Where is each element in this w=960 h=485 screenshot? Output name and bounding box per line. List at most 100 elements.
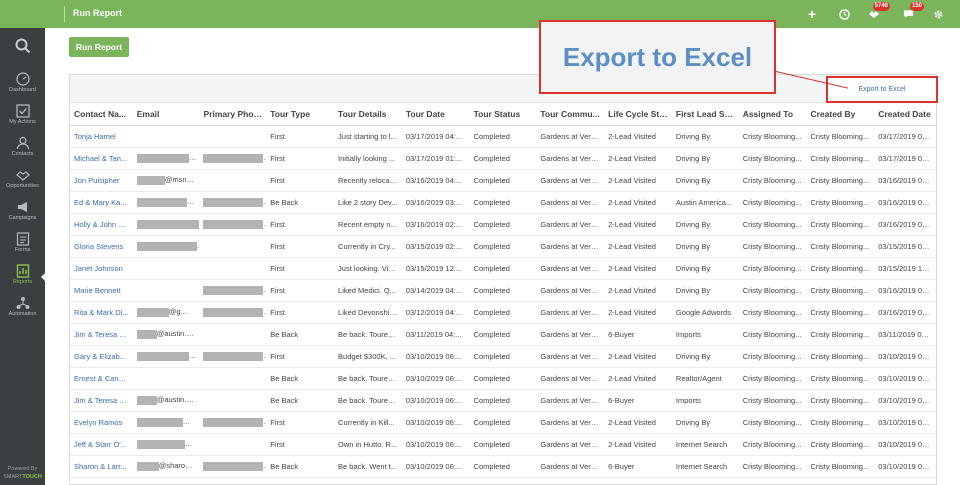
contact-name-link[interactable]: Evelyn Ramos xyxy=(70,411,133,434)
cell-assigned: Cristy Blooming... xyxy=(738,345,807,368)
cell-phone xyxy=(199,235,267,258)
search-icon[interactable] xyxy=(0,38,45,59)
table-row[interactable]: Rita & Mark Di... @g... First Liked Devonsh… xyxy=(70,301,936,324)
cell-assigned: Cristy Blooming... xyxy=(738,455,807,478)
plus-icon[interactable]: + xyxy=(802,4,822,24)
cell-assigned: Cristy Blooming... xyxy=(738,169,807,192)
column-header[interactable]: Primary Phone xyxy=(199,103,267,126)
column-header[interactable]: First Lead So... xyxy=(671,103,739,126)
table-row[interactable]: Gary & Elizab...@gmail.... FirstBudget $3… xyxy=(70,345,936,368)
table-row[interactable]: Janet Johnson First Just looking. Visi... 0… xyxy=(70,257,936,280)
contact-name-link[interactable]: Janet Johnson xyxy=(70,257,133,280)
cell-date: 03/15/2019 02:... xyxy=(401,235,470,258)
contact-name-link[interactable]: Gary & Elizab... xyxy=(70,345,133,368)
contact-name-link[interactable]: Jeff & Starr O'... xyxy=(70,433,133,456)
table-row[interactable]: Jim & Teresa F... @austin.rr.... Be Back Be… xyxy=(70,389,936,412)
contact-name-link[interactable]: Sharon & Larr... xyxy=(70,455,133,478)
cell-created: 03/17/2019 04:... xyxy=(874,125,936,148)
cell-lead: Driving By xyxy=(671,257,739,280)
run-report-button[interactable]: Run Report xyxy=(69,37,129,57)
table-row[interactable]: Michael & Tan...@georg... FirstInitially … xyxy=(70,147,936,170)
table-row[interactable]: Jeff & Starr O'...@gm... FirstOwn in Hutt… xyxy=(70,433,936,456)
export-to-excel-link[interactable]: Export to Excel xyxy=(826,76,938,103)
table-row[interactable]: Gloria Stevens@... FirstCurrently in Cry.… xyxy=(70,235,936,258)
cell-date: 03/10/2019 06:... xyxy=(401,433,470,456)
column-header[interactable]: Tour Type xyxy=(266,103,335,126)
cell-lifecycle: 6-Buyer xyxy=(604,455,672,478)
topbar-divider xyxy=(64,6,65,22)
cell-phone xyxy=(199,257,267,280)
chat-icon[interactable]: 150 xyxy=(898,2,924,24)
column-header[interactable]: Created Date xyxy=(874,103,936,126)
cell-type: Be Back xyxy=(266,389,335,412)
contact-name-link[interactable]: Michael & Tan... xyxy=(70,147,133,170)
cell-lead: Driving By xyxy=(671,411,739,434)
sidebar-item-forms[interactable]: Forms xyxy=(0,232,45,262)
column-header[interactable]: Life Cycle Sta... xyxy=(604,103,672,126)
sidebar-item-automation[interactable]: Automation xyxy=(0,296,45,326)
table-row[interactable]: Tonja Hamel First Just starting to l... 03/… xyxy=(70,125,936,148)
column-header[interactable]: Contact Na... xyxy=(70,103,133,126)
sidebar-item-dashboard[interactable]: Dashboard xyxy=(0,72,45,102)
sidebar-item-campaigns[interactable]: Campaigns xyxy=(0,200,45,230)
cell-email xyxy=(132,279,200,302)
table-row[interactable]: Jim & Teresa F... @austin.rr.... Be Back Be… xyxy=(70,323,936,346)
sidebar-item-label: Opportunities xyxy=(6,183,39,189)
cell-type: First xyxy=(266,125,335,148)
column-header[interactable]: Tour Status xyxy=(469,103,537,126)
column-header[interactable]: Email xyxy=(132,103,200,126)
sidebar-item-contacts[interactable]: Contacts xyxy=(0,136,45,166)
column-header[interactable]: Tour Date xyxy=(401,103,470,126)
redacted-block xyxy=(136,241,197,251)
cell-created-by: Cristy Blooming... xyxy=(806,367,875,390)
table-row[interactable]: Ed & Mary Ka...@... Be BackLike 2 story D… xyxy=(70,191,936,214)
column-header[interactable]: Created By xyxy=(806,103,875,126)
handshake-notification-icon[interactable]: 5746 xyxy=(864,2,890,24)
cell-lead: Driving By xyxy=(671,125,739,148)
contact-name-link[interactable]: Ernest & Cand... xyxy=(70,367,133,390)
contact-name-link[interactable]: Tonja Hamel xyxy=(70,125,133,148)
top-bar: Run Report + 5746 150 xyxy=(0,0,960,28)
cell-phone xyxy=(199,213,267,236)
cell-status: Completed xyxy=(469,367,537,390)
cell-email: @georg... xyxy=(132,147,200,170)
cell-lifecycle: 2-Lead Visited xyxy=(604,411,672,434)
gear-icon[interactable] xyxy=(928,4,948,24)
cell-details: Just starting to l... xyxy=(334,125,402,148)
cell-status: Completed xyxy=(469,411,537,434)
clock-icon[interactable] xyxy=(834,4,854,24)
sidebar-item-reports[interactable]: Reports xyxy=(0,264,45,294)
column-header[interactable]: Assigned To xyxy=(738,103,807,126)
cell-community: Gardens at Verd... xyxy=(536,367,605,390)
contact-name-link[interactable]: Jon Pulsipher xyxy=(70,169,133,192)
column-header[interactable]: Tour Details xyxy=(334,103,402,126)
redacted-block xyxy=(136,307,169,317)
table-row[interactable]: Sharon & Larr... @sharon.... Be Back Be bac… xyxy=(70,455,936,478)
cell-details: Initially looking ... xyxy=(334,147,402,170)
cell-created: 03/16/2019 04:... xyxy=(874,169,936,192)
sidebar-item-opportunities[interactable]: Opportunities xyxy=(0,168,45,198)
cell-type: First xyxy=(266,213,335,236)
contact-name-link[interactable]: Marie Bennett xyxy=(70,279,133,302)
table-row[interactable]: Holly & John ... First Recent empty n... 03… xyxy=(70,213,936,236)
contact-name-link[interactable]: Rita & Mark Di... xyxy=(70,301,133,324)
contact-name-link[interactable]: Jim & Teresa F... xyxy=(70,389,133,412)
brand-logo-accent: TOUCH xyxy=(22,474,42,480)
table-row[interactable]: Jon Pulsipher @msn.com First Recently reloc… xyxy=(70,169,936,192)
cell-email: @gmail.... xyxy=(132,345,200,368)
contact-name-link[interactable]: Ed & Mary Ka... xyxy=(70,191,133,214)
sidebar-item-my-actions[interactable]: My Actions xyxy=(0,104,45,134)
cell-phone xyxy=(199,455,267,478)
table-row[interactable]: Marie Bennett First Liked Medici. Q... 03/1… xyxy=(70,279,936,302)
column-header[interactable]: Tour Commu... xyxy=(536,103,605,126)
contact-name-link[interactable]: Gloria Stevens xyxy=(70,235,133,258)
contact-name-link[interactable]: Jim & Teresa F... xyxy=(70,323,133,346)
report-table: Contact Na... Email Primary Phone Tour Type… xyxy=(70,103,936,478)
cell-phone xyxy=(199,279,267,302)
table-row[interactable]: Ernest & Cand... Be Back Be back. Toured..… xyxy=(70,367,936,390)
contact-name-link[interactable]: Holly & John ... xyxy=(70,213,133,236)
cell-created-by: Cristy Blooming... xyxy=(806,147,875,170)
cell-lifecycle: 2-Lead Visited xyxy=(604,191,672,214)
sidebar-item-label: My Actions xyxy=(9,119,36,125)
table-row[interactable]: Evelyn Ramos @y... First Currently in Kill.… xyxy=(70,411,936,434)
